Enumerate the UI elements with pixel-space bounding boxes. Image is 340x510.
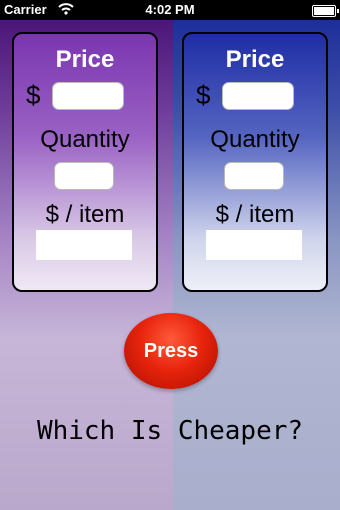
- status-bar: Carrier 4:02 PM: [0, 0, 340, 20]
- right-price-title: Price: [225, 46, 285, 73]
- which-is-cheaper-heading: Which Is Cheaper?: [36, 416, 304, 446]
- right-quantity-input[interactable]: [224, 162, 284, 190]
- left-price-input[interactable]: [52, 82, 124, 110]
- right-quantity-label: Quantity: [210, 126, 300, 153]
- status-time: 4:02 PM: [145, 2, 195, 17]
- left-item-panel: Price $ Quantity $ / item: [12, 32, 158, 292]
- right-item-panel: Price $ Quantity $ / item: [182, 32, 328, 292]
- left-quantity-label: Quantity: [40, 126, 130, 153]
- left-per-item-result: [36, 230, 132, 260]
- press-button[interactable]: Press: [124, 313, 218, 389]
- right-currency-symbol: $: [196, 80, 211, 110]
- right-per-item-label: $ / item: [215, 201, 295, 228]
- left-per-item-label: $ / item: [45, 201, 125, 228]
- left-price-title: Price: [55, 46, 115, 73]
- left-currency-symbol: $: [26, 80, 41, 110]
- right-price-input[interactable]: [222, 82, 294, 110]
- left-quantity-input[interactable]: [54, 162, 114, 190]
- battery-icon: [312, 5, 339, 17]
- right-per-item-result: [206, 230, 302, 260]
